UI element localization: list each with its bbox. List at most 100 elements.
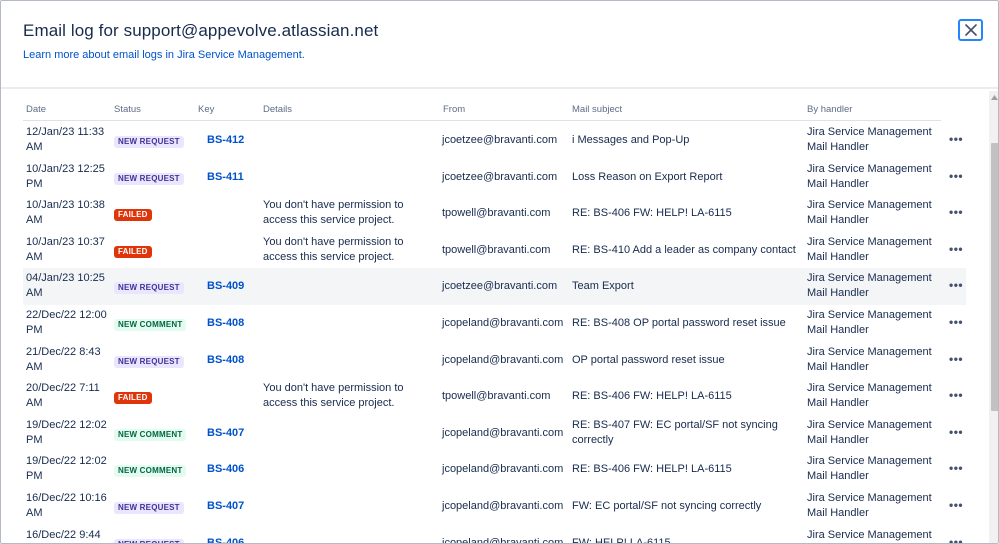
row-subject: RE: BS-406 FW: HELP! LA-6115	[572, 463, 732, 476]
row-subject: FW: HELP! LA-6115	[572, 536, 671, 544]
more-actions-icon[interactable]: •••	[949, 315, 963, 329]
table-row[interactable]: 21/Dec/22 8:43 AM NEW REQUEST BS-408 jcopel…	[23, 342, 966, 379]
table-row[interactable]: 16/Dec/22 9:44 AM NEW REQUEST BS-406 jcopel…	[23, 525, 966, 544]
email-log-table: Date Status Key Details From Mail subjec…	[1, 91, 989, 544]
row-handler: Jira Service Management Mail Handler	[807, 492, 932, 519]
more-actions-icon[interactable]: •••	[949, 205, 963, 219]
close-button[interactable]	[958, 19, 983, 41]
more-actions-icon[interactable]: •••	[949, 498, 963, 512]
column-header-handler[interactable]: By handler	[807, 104, 852, 115]
email-log-dialog: Email log for support@appevolve.atlassia…	[0, 0, 999, 544]
row-date: 20/Dec/22 7:11 AM	[26, 382, 100, 410]
table-row[interactable]: 04/Jan/23 10:25 AM NEW REQUEST BS-409 jcoet…	[23, 268, 966, 306]
row-from: jcopeland@bravanti.com	[442, 500, 564, 512]
status-badge: NEW COMMENT	[114, 465, 187, 478]
row-date: 12/Jan/23 11:33 AM	[26, 126, 105, 153]
issue-key-link[interactable]: BS-408	[207, 353, 244, 368]
issue-key-link[interactable]: BS-407	[207, 499, 244, 514]
table-row[interactable]: 10/Jan/23 10:37 AM FAILED You don't have p…	[23, 232, 966, 269]
more-actions-icon[interactable]: •••	[949, 535, 963, 543]
dialog-title: Email log for support@appevolve.atlassia…	[23, 21, 379, 40]
status-badge: NEW REQUEST	[114, 172, 184, 185]
row-date: 16/Dec/22 9:44 AM	[26, 528, 101, 541]
more-actions-icon[interactable]: •••	[949, 352, 963, 366]
row-handler: Jira Service Management Mail Handler	[807, 382, 932, 410]
issue-key-link[interactable]: BS-406	[207, 536, 244, 543]
row-handler: Jira Service Management Mail Handler	[807, 309, 932, 336]
more-actions-icon[interactable]: •••	[949, 388, 963, 402]
row-subject: Team Export	[572, 280, 634, 293]
table-row[interactable]: 16/Dec/22 10:16 AM NEW REQUEST BS-407 jcope…	[23, 488, 966, 525]
row-from: jcoetzee@bravanti.com	[442, 170, 558, 183]
header-divider	[23, 120, 941, 121]
table-row[interactable]: 22/Dec/22 12:00 PM NEW COMMENT BS-408 jcope…	[23, 305, 966, 342]
scrollbar-thumb[interactable]	[991, 143, 998, 411]
column-header-date[interactable]: Date	[26, 104, 46, 115]
scroll-up-arrow-icon	[991, 94, 998, 100]
row-details: You don't have permission to access this…	[263, 382, 404, 410]
row-handler: Jira Service Management Mail Handler	[807, 418, 932, 446]
row-from: tpowell@bravanti.com	[442, 207, 551, 220]
row-from: tpowell@bravanti.com	[442, 243, 551, 256]
column-header-subject[interactable]: Mail subject	[572, 104, 622, 115]
row-subject: i Messages and Pop-Up	[572, 134, 690, 146]
row-date: 21/Dec/22 8:43 AM	[26, 345, 101, 373]
scroll-up-button[interactable]	[989, 91, 998, 103]
issue-key-link[interactable]: BS-407	[207, 426, 244, 441]
more-actions-icon[interactable]: •••	[949, 278, 963, 292]
more-actions-icon[interactable]: •••	[949, 425, 963, 439]
more-actions-icon[interactable]: •••	[949, 461, 963, 475]
dialog-header: Email log for support@appevolve.atlassia…	[1, 1, 998, 89]
row-date: 22/Dec/22 12:00 PM	[26, 309, 107, 336]
more-actions-icon[interactable]: •••	[949, 242, 963, 256]
learn-more-link[interactable]: Learn more about email logs in Jira Serv…	[23, 49, 305, 61]
table-row[interactable]: 12/Jan/23 11:33 AM NEW REQUEST BS-412 jcoet…	[23, 122, 966, 159]
status-badge: FAILED	[114, 245, 152, 258]
row-from: jcopeland@bravanti.com	[442, 426, 564, 439]
row-handler: Jira Service Management Mail Handler	[807, 126, 932, 153]
issue-key-link[interactable]: BS-408	[207, 316, 244, 331]
column-header-status[interactable]: Status	[114, 104, 141, 115]
status-badge: NEW REQUEST	[114, 136, 184, 148]
status-badge: NEW REQUEST	[114, 282, 184, 295]
row-from: jcoetzee@bravanti.com	[442, 280, 558, 293]
row-subject: RE: BS-406 FW: HELP! LA-6115	[572, 207, 732, 220]
row-date: 10/Jan/23 10:37 AM	[26, 235, 105, 263]
status-badge: FAILED	[114, 392, 152, 405]
row-date: 10/Jan/23 12:25 PM	[26, 162, 105, 190]
row-subject: Loss Reason on Export Report	[572, 170, 723, 183]
row-details: You don't have permission to access this…	[263, 199, 404, 227]
row-subject: RE: BS-410 Add a leader as company conta…	[572, 243, 796, 256]
row-subject: OP portal password reset issue	[572, 353, 725, 366]
row-handler: Jira Service Management Mail Handler	[807, 235, 932, 263]
more-actions-icon[interactable]: •••	[949, 169, 963, 183]
row-handler: Jira Service Management Mail Handler	[807, 272, 932, 300]
row-date: 16/Dec/22 10:16 AM	[26, 492, 107, 519]
column-header-details[interactable]: Details	[263, 104, 292, 115]
table-row[interactable]: 20/Dec/22 7:11 AM FAILED You don't have pe…	[23, 378, 966, 415]
row-from: jcoetzee@bravanti.com	[442, 134, 558, 146]
table-row[interactable]: 10/Jan/23 10:38 AM FAILED You don't have p…	[23, 195, 966, 232]
status-badge: FAILED	[114, 209, 152, 222]
issue-key-link[interactable]: BS-411	[207, 170, 244, 185]
row-details: You don't have permission to access this…	[263, 235, 404, 263]
more-actions-icon[interactable]: •••	[949, 132, 963, 146]
row-from: jcopeland@bravanti.com	[442, 353, 564, 366]
vertical-scrollbar[interactable]	[989, 91, 998, 543]
table-row[interactable]: 19/Dec/22 12:02 PM NEW COMMENT BS-407 jcope…	[23, 415, 966, 452]
row-subject: FW: EC portal/SF not syncing correctly	[572, 500, 762, 512]
row-handler: Jira Service Management Mail Handler	[807, 199, 932, 227]
table-row[interactable]: 10/Jan/23 12:25 PM NEW REQUEST BS-411 jcoet…	[23, 159, 966, 196]
row-from: jcopeland@bravanti.com	[442, 317, 564, 329]
issue-key-link[interactable]: BS-412	[207, 133, 244, 148]
row-subject: RE: BS-407 FW: EC portal/SF not syncing …	[572, 418, 778, 446]
column-header-from[interactable]: From	[443, 104, 465, 115]
issue-key-link[interactable]: BS-406	[207, 462, 244, 477]
row-subject: RE: BS-406 FW: HELP! LA-6115	[572, 390, 732, 403]
issue-key-link[interactable]: BS-409	[207, 279, 244, 294]
row-date: 19/Dec/22 12:02 PM	[26, 418, 107, 446]
status-badge: NEW COMMENT	[114, 428, 187, 441]
table-row[interactable]: 19/Dec/22 12:02 PM NEW COMMENT BS-406 jcope…	[23, 451, 966, 488]
row-from: tpowell@bravanti.com	[442, 390, 551, 403]
column-header-key[interactable]: Key	[198, 104, 214, 115]
